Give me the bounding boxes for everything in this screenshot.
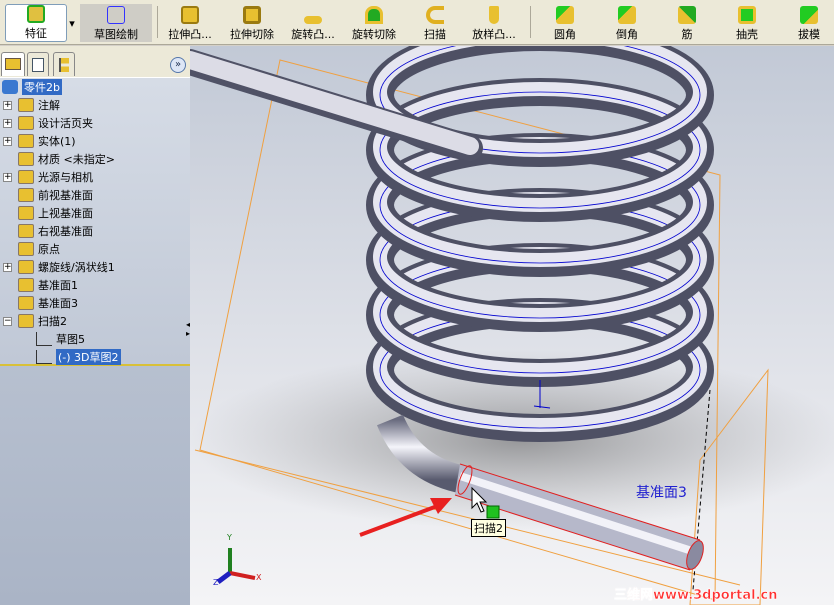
annotation-icon: [18, 98, 34, 112]
tree-item[interactable]: 右视基准面: [18, 222, 93, 240]
toolbar-button-fillet[interactable]: 圆角: [550, 4, 580, 42]
toolbar-button-revolve-boss[interactable]: 旋转凸...: [285, 4, 341, 42]
solid-bodies-icon: [18, 134, 34, 148]
tree-item[interactable]: 上视基准面: [18, 204, 93, 222]
expand-toggle[interactable]: +: [3, 101, 12, 110]
tree-item[interactable]: 基准面1: [18, 276, 78, 294]
loft-icon: [489, 6, 499, 24]
tree-root[interactable]: 零件2b: [2, 78, 62, 96]
feature-manager-panel: » 零件2b + 注解 + 设计活页夹 + 实体(1) 材质 <未指定> + 光源与相机 前视基准…: [0, 46, 190, 605]
toolbar-button-extrude-cut[interactable]: 拉伸切除: [226, 4, 278, 42]
tree-item[interactable]: 注解: [18, 96, 60, 114]
sweep-tooltip: 扫描2: [471, 519, 506, 537]
tab-property-manager[interactable]: [27, 52, 49, 76]
revolve-cut-icon: [365, 6, 383, 24]
toolbar-button-sweep[interactable]: 扫描: [420, 4, 450, 42]
sweep-icon: [426, 6, 444, 24]
property-icon: [32, 58, 44, 72]
tab-feature-manager[interactable]: [1, 52, 25, 76]
sweep-icon: [18, 314, 34, 328]
revolve-boss-icon: [304, 16, 322, 24]
material-icon: [18, 152, 34, 166]
shell-icon: [738, 6, 756, 24]
expand-toggle[interactable]: −: [3, 317, 12, 326]
plane-icon: [18, 206, 34, 220]
helix-icon: [18, 260, 34, 274]
toolbar-button-rib[interactable]: 筋: [676, 4, 698, 42]
feature-icon: [27, 5, 45, 23]
rib-icon: [678, 6, 696, 24]
expand-toggle[interactable]: +: [3, 173, 12, 182]
configuration-icon: [59, 58, 69, 72]
toolbar-button-feature[interactable]: 特征: [5, 4, 67, 42]
expand-panel-button[interactable]: »: [170, 57, 186, 73]
design-binder-icon: [18, 116, 34, 130]
tree-item[interactable]: 基准面3: [18, 294, 78, 312]
tree-item[interactable]: 原点: [18, 240, 60, 258]
toolbar-button-shell[interactable]: 抽壳: [732, 4, 762, 42]
tree-child-item[interactable]: 草图5: [36, 330, 85, 348]
triad-z-axis: [216, 571, 232, 584]
plane-icon: [18, 224, 34, 238]
toolbar-button-revolve-cut[interactable]: 旋转切除: [348, 4, 400, 42]
fillet-icon: [556, 6, 574, 24]
sketch-icon: [107, 6, 125, 24]
tree-item[interactable]: 光源与相机: [18, 168, 93, 186]
draft-icon: [800, 6, 818, 24]
tree-item[interactable]: 实体(1): [18, 132, 76, 150]
sweep-marker-icon: [486, 505, 500, 519]
tree-item[interactable]: 材质 <未指定>: [18, 150, 115, 168]
tree-item[interactable]: 前视基准面: [18, 186, 93, 204]
part-icon: [5, 58, 21, 70]
sketch-icon: [36, 332, 52, 346]
toolbar-button-chamfer[interactable]: 倒角: [612, 4, 642, 42]
plane-3-label: 基准面3: [636, 485, 687, 501]
feature-tree: 零件2b + 注解 + 设计活页夹 + 实体(1) 材质 <未指定> + 光源与相机 前视基准面上…: [0, 78, 190, 366]
feature-dropdown[interactable]: ▾: [66, 4, 78, 42]
triad-x-axis: [229, 571, 256, 580]
ref-plane-icon: [18, 278, 34, 292]
watermark: 三维网www.3dportal.cn: [614, 588, 778, 604]
origin-icon: [18, 242, 34, 256]
triad-x-label: X: [256, 573, 262, 582]
expand-toggle[interactable]: +: [3, 263, 12, 272]
plane-icon: [18, 188, 34, 202]
manager-tabs: »: [0, 46, 190, 78]
toolbar-button-loft[interactable]: 放样凸...: [466, 4, 522, 42]
toolbar-button-extrude-boss[interactable]: 拉伸凸...: [162, 4, 218, 42]
ref-plane-icon: [18, 296, 34, 310]
helix-spring: [366, 46, 714, 442]
triad-y-label: Y: [227, 533, 232, 542]
chamfer-icon: [618, 6, 636, 24]
expand-toggle[interactable]: +: [3, 137, 12, 146]
extrude-boss-icon: [181, 6, 199, 24]
tab-configuration-manager[interactable]: [53, 52, 75, 76]
expand-toggle[interactable]: +: [3, 119, 12, 128]
graphics-viewport[interactable]: 基准面3 扫描2 Y X Z 三维网www.3dportal.cn: [190, 46, 834, 605]
toolbar-button-sketch[interactable]: 草图绘制: [80, 4, 152, 42]
tree-item[interactable]: 设计活页夹: [18, 114, 93, 132]
feature-toolbar: 特征 ▾ 草图绘制 拉伸凸... 拉伸切除 旋转凸... 旋转切除 扫描 放样凸…: [0, 0, 834, 45]
part-icon: [2, 80, 18, 94]
toolbar-button-draft[interactable]: 拔模: [794, 4, 824, 42]
3d-sketch-icon: [36, 350, 52, 364]
lights-icon: [18, 170, 34, 184]
triad-z-label: Z: [213, 578, 219, 587]
tree-item[interactable]: 螺旋线/涡状线1: [18, 258, 115, 276]
tree-child-item[interactable]: (-) 3D草图2: [36, 348, 121, 366]
tree-item[interactable]: 扫描2: [18, 312, 67, 330]
extrude-cut-icon: [243, 6, 261, 24]
